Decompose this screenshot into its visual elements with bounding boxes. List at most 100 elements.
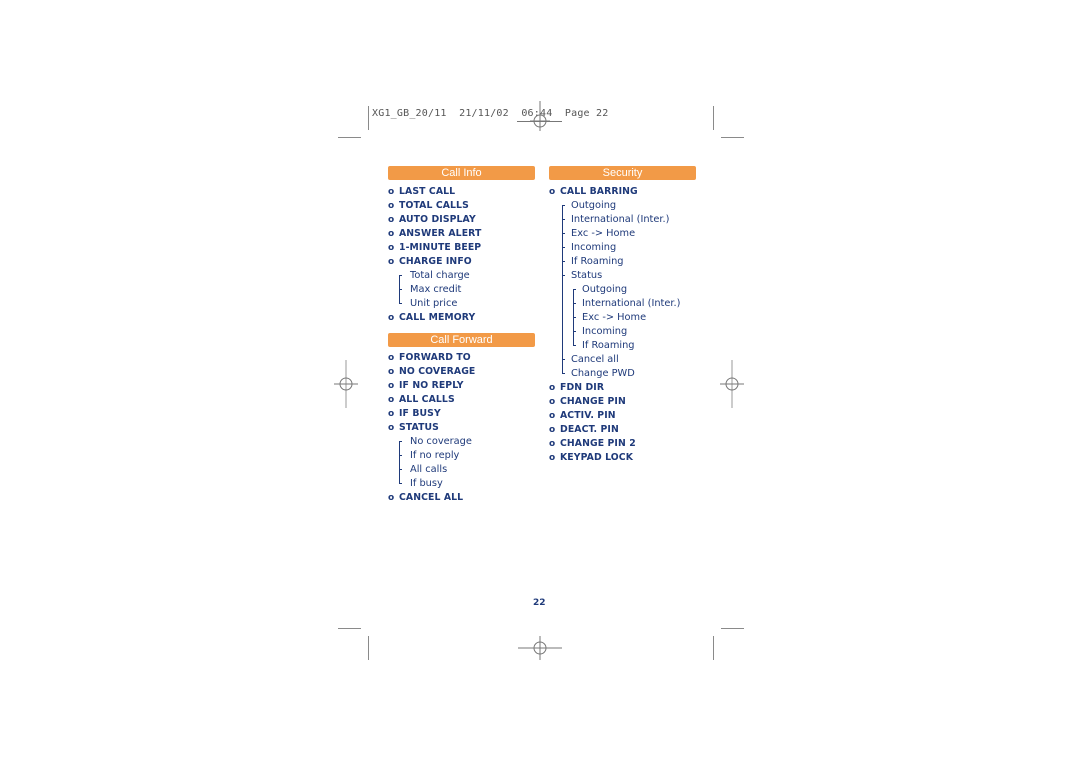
menu-item-if-no-reply: o IF NO REPLY — [388, 380, 464, 391]
submenu-item-incoming: Incoming — [571, 242, 617, 253]
slug-line: XG1_GB_20/11 21/11/02 06:44 Page 22 — [372, 108, 608, 119]
bullet-icon: o — [388, 313, 395, 323]
tree-connector — [562, 205, 563, 374]
tree-tick — [399, 469, 402, 470]
slug-date: 21/11/02 — [459, 108, 509, 119]
tree-tick — [399, 275, 402, 276]
submenu-item-max-credit: Max credit — [410, 284, 462, 295]
submenu-item-no-coverage: No coverage — [410, 436, 472, 447]
bullet-icon: o — [549, 383, 556, 393]
tree-tick — [562, 205, 565, 206]
submenu-item-total-charge: Total charge — [410, 270, 470, 281]
submenu-item-if-no-reply: If no reply — [410, 450, 460, 461]
tree-tick — [562, 247, 565, 248]
bullet-icon: o — [388, 423, 395, 433]
bullet-icon: o — [388, 229, 395, 239]
menu-item-change-pin: o CHANGE PIN — [549, 396, 626, 407]
bullet-icon: o — [388, 187, 395, 197]
registration-mark-right-icon — [720, 360, 744, 408]
bullet-icon: o — [549, 411, 556, 421]
menu-item-status: o STATUS — [388, 422, 439, 433]
submenu-item-exc-home: Exc -> Home — [571, 228, 636, 239]
status-nested-submenu: Outgoing International (Inter.) Exc -> H… — [571, 283, 696, 353]
tree-tick — [399, 289, 402, 290]
menu-item-call-barring: o CALL BARRING — [549, 186, 638, 197]
menu-item-keypad-lock: o KEYPAD LOCK — [549, 452, 634, 463]
submenu-item-if-busy: If busy — [410, 478, 443, 489]
menu-item-call-memory: o CALL MEMORY — [388, 312, 476, 323]
submenu-item-international: International (Inter.) — [571, 214, 670, 225]
bullet-icon: o — [388, 409, 395, 419]
status-submenu: No coverage If no reply All calls If bus… — [388, 435, 535, 491]
tree-tick — [573, 289, 576, 290]
section-header-call-forward: Call Forward — [388, 333, 535, 347]
slug-page-number: 22 — [596, 108, 609, 119]
bullet-icon: o — [549, 187, 556, 197]
menu-item-last-call: o LAST CALL — [388, 186, 456, 197]
bullet-icon: o — [388, 381, 395, 391]
left-column: Call Info o LAST CALL o TOTAL CALLS o AUTO … — [388, 166, 535, 505]
crop-mark-bottom-right-v — [713, 636, 714, 660]
nested-item-exc-home: Exc -> Home — [582, 312, 647, 323]
page-number: 22 — [533, 598, 546, 608]
tree-tick — [399, 483, 402, 484]
tree-tick — [573, 303, 576, 304]
bullet-icon: o — [388, 493, 395, 503]
registration-mark-left-icon — [334, 360, 358, 408]
bullet-icon: o — [388, 215, 395, 225]
bullet-icon: o — [549, 397, 556, 407]
menu-item-fdn-dir: o FDN DIR — [549, 382, 605, 393]
submenu-item-unit-price: Unit price — [410, 298, 458, 309]
submenu-item-cancel-all: Cancel all — [571, 354, 619, 365]
bullet-icon: o — [388, 367, 395, 377]
call-barring-submenu: Outgoing International (Inter.) Exc -> H… — [549, 199, 696, 381]
bullet-icon: o — [388, 257, 395, 267]
bullet-icon: o — [388, 243, 395, 253]
tree-tick — [562, 261, 565, 262]
crop-mark-top-left-h — [338, 137, 361, 138]
menu-item-forward-to: o FORWARD TO — [388, 352, 471, 363]
menu-item-change-pin-2: o CHANGE PIN 2 — [549, 438, 636, 449]
tree-tick — [562, 233, 565, 234]
tree-tick — [562, 219, 565, 220]
menu-item-if-busy: o IF BUSY — [388, 408, 441, 419]
tree-tick — [562, 275, 565, 276]
nested-item-if-roaming: If Roaming — [582, 340, 635, 351]
menu-item-total-calls: o TOTAL CALLS — [388, 200, 469, 211]
menu-item-charge-info: o CHARGE INFO — [388, 256, 472, 267]
tree-tick — [399, 441, 402, 442]
tree-tick — [573, 317, 576, 318]
slug-file: XG1_GB_20/11 — [372, 108, 447, 119]
bullet-icon: o — [388, 201, 395, 211]
menu-item-no-coverage: o NO COVERAGE — [388, 366, 476, 377]
section-header-call-info: Call Info — [388, 166, 535, 180]
nested-item-incoming: Incoming — [582, 326, 628, 337]
bullet-icon: o — [549, 453, 556, 463]
crop-mark-bottom-left-v — [368, 636, 369, 660]
tree-tick — [399, 455, 402, 456]
submenu-item-all-calls: All calls — [410, 464, 448, 475]
tree-connector — [399, 441, 400, 484]
tree-tick — [573, 345, 576, 346]
menu-item-answer-alert: o ANSWER ALERT — [388, 228, 482, 239]
submenu-item-if-roaming: If Roaming — [571, 256, 624, 267]
tree-tick — [573, 331, 576, 332]
submenu-item-outgoing: Outgoing — [571, 200, 617, 211]
submenu-item-change-pwd: Change PWD — [571, 368, 635, 379]
submenu-item-status: Status — [571, 270, 603, 281]
bullet-icon: o — [549, 439, 556, 449]
nested-item-international: International (Inter.) — [582, 298, 681, 309]
crop-mark-bottom-left-h — [338, 628, 361, 629]
registration-mark-top-icon — [530, 101, 550, 131]
menu-item-activ-pin: o ACTIV. PIN — [549, 410, 616, 421]
crop-mark-top-right-v — [713, 106, 714, 130]
menu-item-cancel-all: o CANCEL ALL — [388, 492, 464, 503]
crop-mark-top-right-h — [721, 137, 744, 138]
registration-mark-bottom-icon — [518, 636, 562, 660]
nested-item-outgoing: Outgoing — [582, 284, 628, 295]
tree-tick — [562, 373, 565, 374]
crop-mark-bottom-right-h — [721, 628, 744, 629]
menu-item-deact-pin: o DEACT. PIN — [549, 424, 619, 435]
bullet-icon: o — [388, 395, 395, 405]
menu-item-all-calls: o ALL CALLS — [388, 394, 455, 405]
